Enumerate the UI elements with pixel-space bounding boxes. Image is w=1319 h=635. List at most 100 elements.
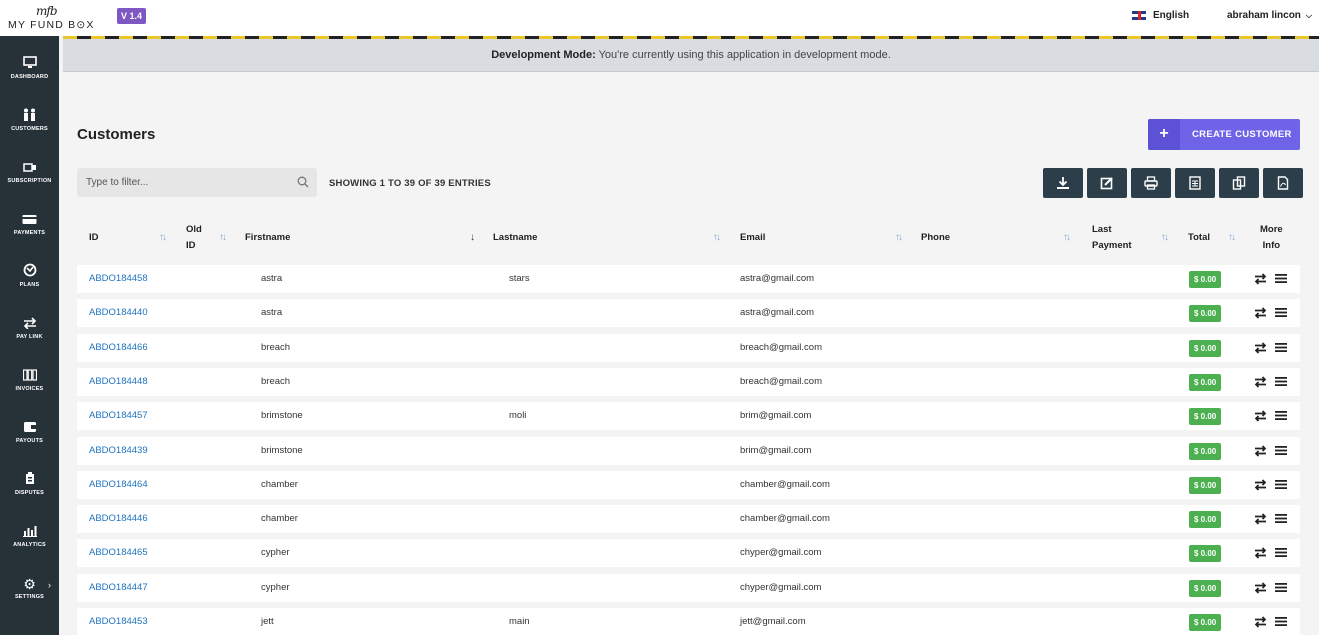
- customer-id-link[interactable]: ABDO184457: [89, 402, 148, 430]
- table-row: ABDO184457 brimstone moli brim@gmail.com $ 0…: [77, 402, 1300, 430]
- exchange-icon[interactable]: [1254, 410, 1267, 422]
- exchange-icon[interactable]: [1254, 513, 1267, 525]
- print-icon: [1144, 176, 1158, 190]
- table-header: ID ↑↓ Old ID ↑↓ Firstname ↓ Lastname ↑↓ …: [77, 218, 1300, 258]
- column-last-payment[interactable]: Last Payment: [1092, 218, 1132, 258]
- sort-icon[interactable]: ↑↓: [219, 232, 227, 243]
- table-row: ABDO184439 brimstone brim@gmail.com $ 0.00: [77, 437, 1300, 465]
- column-label: Phone: [921, 232, 951, 243]
- menu-icon[interactable]: [1275, 547, 1287, 558]
- firstname-cell: chamber: [261, 513, 298, 524]
- menu-icon[interactable]: [1275, 513, 1287, 524]
- print-button[interactable]: [1131, 168, 1171, 198]
- language-selector[interactable]: English: [1132, 10, 1189, 21]
- customer-id-link[interactable]: ABDO184466: [89, 334, 148, 362]
- customer-id-link[interactable]: ABDO184448: [89, 368, 148, 396]
- customer-id-link[interactable]: ABDO184465: [89, 539, 148, 567]
- search-icon[interactable]: [297, 176, 309, 188]
- exchange-icon[interactable]: [1254, 445, 1267, 457]
- column-firstname[interactable]: Firstname: [245, 218, 290, 258]
- sidebar-item-label: SUBSCRIPTION: [7, 178, 52, 184]
- column-label: ID: [186, 240, 196, 251]
- sidebar-item-invoices[interactable]: INVOICES: [0, 352, 59, 404]
- menu-icon[interactable]: [1275, 445, 1287, 456]
- table-row: ABDO184440 astra astra@gmail.com $ 0.00: [77, 299, 1300, 327]
- menu-icon[interactable]: [1275, 342, 1287, 353]
- exchange-icon[interactable]: [1254, 376, 1267, 388]
- menu-icon[interactable]: [1275, 582, 1287, 593]
- sort-desc-icon[interactable]: ↓: [470, 232, 475, 243]
- menu-icon[interactable]: [1275, 410, 1287, 421]
- sidebar-item-label: PLANS: [19, 282, 40, 288]
- menu-icon[interactable]: [1275, 376, 1287, 387]
- warning-stripe: [63, 36, 1319, 39]
- table-row: ABDO184446 chamber chamber@gmail.com $ 0.00: [77, 505, 1300, 533]
- app-logo[interactable]: mfb MY FUND B⊙X: [8, 4, 98, 32]
- sort-icon[interactable]: ↑↓: [895, 232, 903, 243]
- filter-input[interactable]: [77, 168, 292, 197]
- customer-id-link[interactable]: ABDO184446: [89, 505, 148, 533]
- csv-button[interactable]: [1175, 168, 1215, 198]
- user-menu[interactable]: abraham lincon ⌵: [1227, 10, 1312, 21]
- column-old-id[interactable]: Old ID: [186, 218, 202, 258]
- email-cell: chyper@gmail.com: [740, 547, 822, 558]
- edit-icon: [1100, 177, 1113, 190]
- pdf-icon: [1277, 176, 1289, 190]
- sidebar-item-payouts[interactable]: PAYOUTS: [0, 404, 59, 456]
- sort-icon[interactable]: ↑↓: [159, 232, 167, 243]
- total-badge: $ 0.00: [1189, 477, 1222, 494]
- sidebar-item-dashboard[interactable]: DASHBOARD: [0, 40, 59, 92]
- lastname-cell: main: [509, 616, 530, 627]
- customer-id-link[interactable]: ABDO184458: [89, 265, 148, 293]
- exchange-icon[interactable]: [1254, 582, 1267, 594]
- email-cell: brim@gmail.com: [740, 445, 812, 456]
- sidebar-item-label: INVOICES: [15, 386, 44, 392]
- create-customer-button[interactable]: + CREATE CUSTOMER: [1148, 119, 1300, 150]
- total-badge: $ 0.00: [1189, 408, 1222, 425]
- exchange-icon[interactable]: [1254, 479, 1267, 491]
- filter-box: [77, 168, 317, 197]
- customer-id-link[interactable]: ABDO184439: [89, 437, 148, 465]
- sort-icon[interactable]: ↑↓: [1228, 232, 1236, 243]
- sidebar-item-plans[interactable]: PLANS: [0, 248, 59, 300]
- sidebar-item-subscription[interactable]: SUBSCRIPTION: [0, 144, 59, 196]
- total-badge: $ 0.00: [1189, 511, 1222, 528]
- sidebar-item-analytics[interactable]: ANALYTICS: [0, 508, 59, 560]
- email-cell: astra@gmail.com: [740, 273, 815, 284]
- exchange-icon[interactable]: [1254, 307, 1267, 319]
- sidebar-item-customers[interactable]: CUSTOMERS: [0, 92, 59, 144]
- menu-icon[interactable]: [1275, 479, 1287, 490]
- customer-id-link[interactable]: ABDO184453: [89, 608, 148, 635]
- sidebar-item-payments[interactable]: PAYMENTS: [0, 196, 59, 248]
- dispute-icon: [0, 470, 59, 490]
- column-email[interactable]: Email: [740, 218, 765, 258]
- total-badge: $ 0.00: [1189, 340, 1222, 357]
- sidebar-item-label: SETTINGS: [14, 594, 45, 600]
- customer-id-link[interactable]: ABDO184447: [89, 574, 148, 602]
- exchange-icon[interactable]: [1254, 273, 1267, 285]
- column-phone[interactable]: Phone: [921, 218, 950, 258]
- sort-icon[interactable]: ↑↓: [1063, 232, 1071, 243]
- customer-id-link[interactable]: ABDO184464: [89, 471, 148, 499]
- download-button[interactable]: [1043, 168, 1083, 198]
- column-total[interactable]: Total: [1188, 218, 1210, 258]
- edit-button[interactable]: [1087, 168, 1127, 198]
- menu-icon[interactable]: [1275, 307, 1287, 318]
- pdf-button[interactable]: [1263, 168, 1303, 198]
- exchange-icon[interactable]: [1254, 547, 1267, 559]
- copy-button[interactable]: [1219, 168, 1259, 198]
- sidebar-item-pay-link[interactable]: PAY LINK: [0, 300, 59, 352]
- exchange-icon[interactable]: [1254, 342, 1267, 354]
- firstname-cell: cypher: [261, 547, 290, 558]
- customer-id-link[interactable]: ABDO184440: [89, 299, 148, 327]
- sidebar-item-settings[interactable]: ⚙ SETTINGS ›: [0, 560, 59, 612]
- sort-icon[interactable]: ↑↓: [1161, 232, 1169, 243]
- exchange-icon[interactable]: [1254, 616, 1267, 628]
- sidebar-item-disputes[interactable]: DISPUTES: [0, 456, 59, 508]
- column-id[interactable]: ID: [89, 218, 99, 258]
- column-lastname[interactable]: Lastname: [493, 218, 537, 258]
- menu-icon[interactable]: [1275, 273, 1287, 284]
- chart-icon: [0, 522, 59, 542]
- sort-icon[interactable]: ↑↓: [713, 232, 721, 243]
- menu-icon[interactable]: [1275, 616, 1287, 627]
